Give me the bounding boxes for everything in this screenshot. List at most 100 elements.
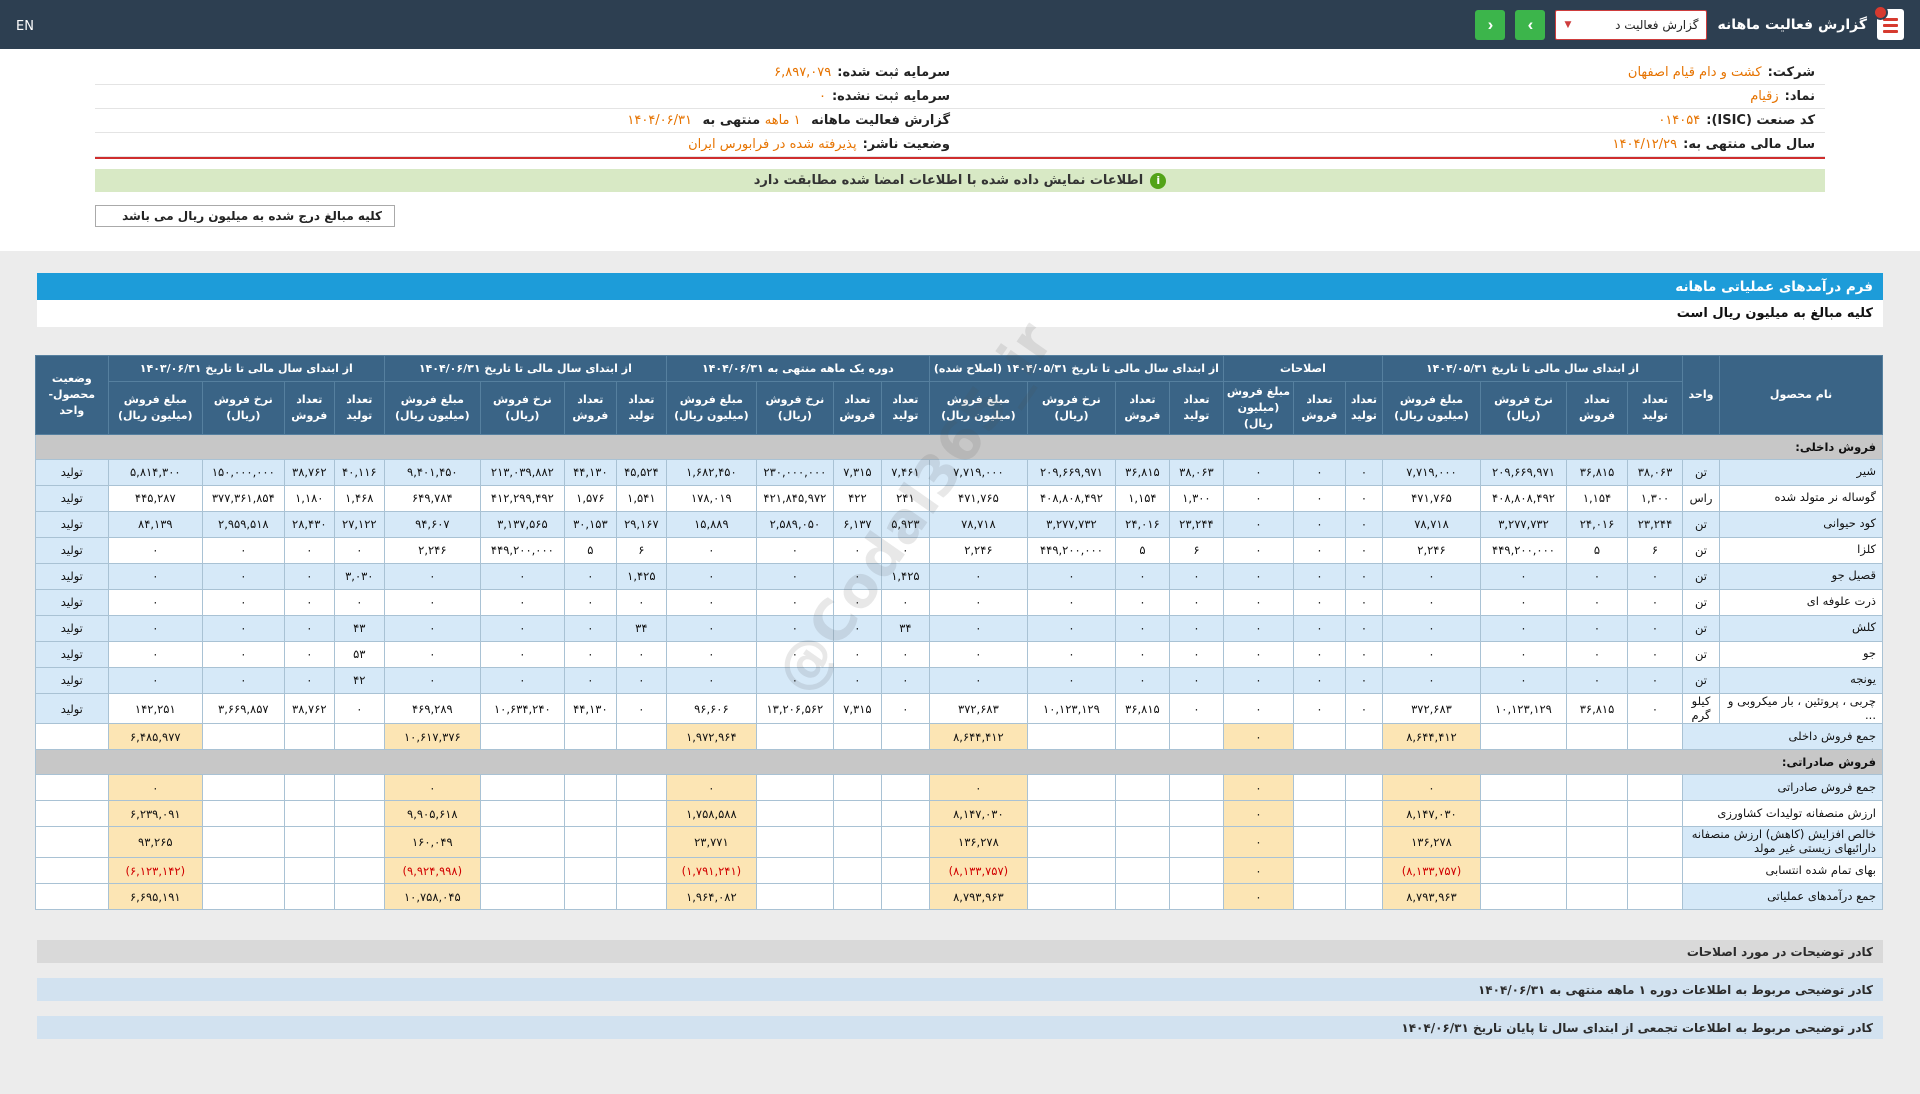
empty-cell <box>283 723 335 751</box>
product-name-cell: قصیل جو <box>1719 562 1883 590</box>
data-cell: ۰ <box>479 614 565 642</box>
empty-cell <box>1566 857 1628 884</box>
data-cell: ۳۴ <box>880 614 930 642</box>
empty-cell <box>479 774 565 802</box>
data-cell: ۰ <box>880 536 930 564</box>
empty-cell <box>832 723 882 751</box>
sub-column-header: تعداد تولید <box>1627 381 1683 435</box>
empty-cell <box>1292 774 1346 802</box>
company-info-left-column: سرمایه ثبت شده: ۶,۸۹۷,۰۷۹ سرمایه ثبت نشده:… <box>95 61 960 157</box>
empty-cell <box>1114 723 1170 751</box>
sum-amount-cell: ۱,۹۶۴,۰۸۲ <box>665 883 757 910</box>
empty-cell <box>333 883 385 910</box>
data-cell: ۳۸,۰۶۳ <box>1168 458 1224 486</box>
report-type-dropdown[interactable]: گزارش فعالیت د ▼ <box>1555 9 1708 40</box>
sum-amount-cell: ۰ <box>1222 800 1294 828</box>
data-cell: ۷,۴۶۱ <box>880 458 930 486</box>
data-cell: ۰ <box>755 614 834 642</box>
data-cell: ۴۴۹,۲۰۰,۰۰۰ <box>1480 536 1567 564</box>
data-cell: ۷۸,۷۱۸ <box>1381 510 1482 538</box>
sum-amount-cell: ۱,۹۷۲,۹۶۴ <box>665 723 757 751</box>
status-cell: تولید <box>34 484 109 512</box>
empty-cell <box>201 800 285 828</box>
info-value: پذیرفته شده در فرابورس ایران <box>688 137 857 152</box>
status-empty-cell <box>34 883 109 910</box>
data-cell: ۰ <box>1627 666 1683 694</box>
sub-column-header: نرخ فروش (ریال) <box>755 381 834 435</box>
data-cell: ۰ <box>928 640 1028 668</box>
sub-column-header: مبلغ فروش (میلیون ریال) <box>1222 381 1294 435</box>
sub-column-header: مبلغ فروش (میلیون ریال) <box>928 381 1028 435</box>
data-cell: ۰ <box>1222 458 1294 486</box>
sum-amount-cell: ۰ <box>1381 774 1482 802</box>
sum-amount-cell: ۱,۷۵۸,۵۸۸ <box>665 800 757 828</box>
sum-row: خالص افزایش (کاهش) ارزش منصفانه دارائیها… <box>34 826 1883 858</box>
data-cell: ۶ <box>1627 536 1683 564</box>
data-cell: ۱,۴۲۵ <box>615 562 667 590</box>
empty-cell <box>1026 883 1116 910</box>
empty-cell <box>1168 883 1224 910</box>
sub-column-header: تعداد فروش <box>1292 381 1346 435</box>
data-cell: ۰ <box>563 614 617 642</box>
sum-amount-cell: ۸,۱۴۷,۰۳۰ <box>1381 800 1482 828</box>
previous-report-button[interactable]: ‹ <box>1475 9 1506 40</box>
status-cell: تولید <box>34 510 109 538</box>
empty-cell <box>615 800 667 828</box>
data-cell: ۰ <box>832 536 882 564</box>
sum-amount-cell: (۱,۷۹۱,۲۴۱) <box>665 857 757 884</box>
product-row: کلزا تن ۶ ۵ ۴۴۹,۲۰۰,۰۰۰ ۲,۲۴۶ ۰ ۰ ۰ ۶ ۵ ۴۴۹,۲۰۰,۰۰۰… <box>34 536 1883 564</box>
unit-cell: تن <box>1682 510 1720 538</box>
data-cell: ۰ <box>1222 510 1294 538</box>
data-cell: ۰ <box>665 614 757 642</box>
data-cell: ۴۷۱,۷۶۵ <box>928 484 1028 512</box>
data-cell: ۰ <box>665 640 757 668</box>
data-cell: ۰ <box>1566 640 1628 668</box>
data-cell: ۰ <box>1344 588 1383 616</box>
data-cell: ۲,۲۴۶ <box>1381 536 1482 564</box>
next-report-button[interactable]: › <box>1515 9 1546 40</box>
empty-cell <box>1292 723 1346 751</box>
empty-cell <box>880 723 930 751</box>
sum-amount-cell: ۹۳,۲۶۵ <box>107 826 203 858</box>
unit-cell: تن <box>1682 458 1720 486</box>
data-cell: ۷,۷۱۹,۰۰۰ <box>1381 458 1482 486</box>
sub-column-header: مبلغ فروش (میلیون ریال) <box>665 381 757 435</box>
info-value: ۰۱۴۰۵۴ <box>1658 113 1701 128</box>
empty-cell <box>1344 774 1383 802</box>
data-cell: ۴۵,۵۲۴ <box>615 458 667 486</box>
data-cell: ۰ <box>1168 614 1224 642</box>
data-cell: ۰ <box>383 666 481 694</box>
sum-amount-cell: ۰ <box>383 774 481 802</box>
empty-cell <box>333 723 385 751</box>
data-cell: ۳۸,۷۶۲ <box>283 692 335 725</box>
main-content: فرم درآمدهای عملیاتی ماهانه کلیه مبالغ ب… <box>0 251 1920 1094</box>
form-subtitle-bar: کلیه مبالغ به میلیون ریال است <box>37 300 1883 327</box>
data-cell: ۲۴,۰۱۶ <box>1566 510 1628 538</box>
data-cell: ۰ <box>1344 562 1383 590</box>
data-cell: ۱۳,۲۰۶,۵۶۲ <box>755 692 834 725</box>
data-cell: ۲,۲۴۶ <box>928 536 1028 564</box>
unit-column-header: واحد <box>1682 355 1720 435</box>
data-cell: ۰ <box>283 588 335 616</box>
sub-column-header: تعداد فروش <box>832 381 882 435</box>
data-cell: ۰ <box>832 640 882 668</box>
empty-cell <box>479 857 565 884</box>
data-cell: ۲۳۰,۰۰۰,۰۰۰ <box>755 458 834 486</box>
info-icon: i <box>1150 172 1167 189</box>
product-name-cell: ذرت علوفه ای <box>1719 588 1883 616</box>
empty-cell <box>1026 774 1116 802</box>
data-cell: ۰ <box>1168 640 1224 668</box>
data-cell: ۰ <box>1344 510 1383 538</box>
empty-cell <box>1480 857 1567 884</box>
period-group-header: از ابتدای سال مالی تا تاریخ ۱۴۰۴/۰۵/۳۱ (… <box>928 355 1224 382</box>
status-cell: تولید <box>34 458 109 486</box>
data-cell: ۰ <box>1480 614 1567 642</box>
data-cell: ۵,۸۱۴,۳۰۰ <box>107 458 203 486</box>
sum-amount-cell: ۱۶۰,۰۴۹ <box>383 826 481 858</box>
language-toggle[interactable]: EN <box>16 19 34 34</box>
data-cell: ۱,۳۰۰ <box>1168 484 1224 512</box>
data-cell: ۴۴,۱۳۰ <box>563 692 617 725</box>
info-label: سرمایه ثبت نشده: <box>831 89 950 104</box>
empty-cell <box>201 723 285 751</box>
empty-cell <box>1292 857 1346 884</box>
